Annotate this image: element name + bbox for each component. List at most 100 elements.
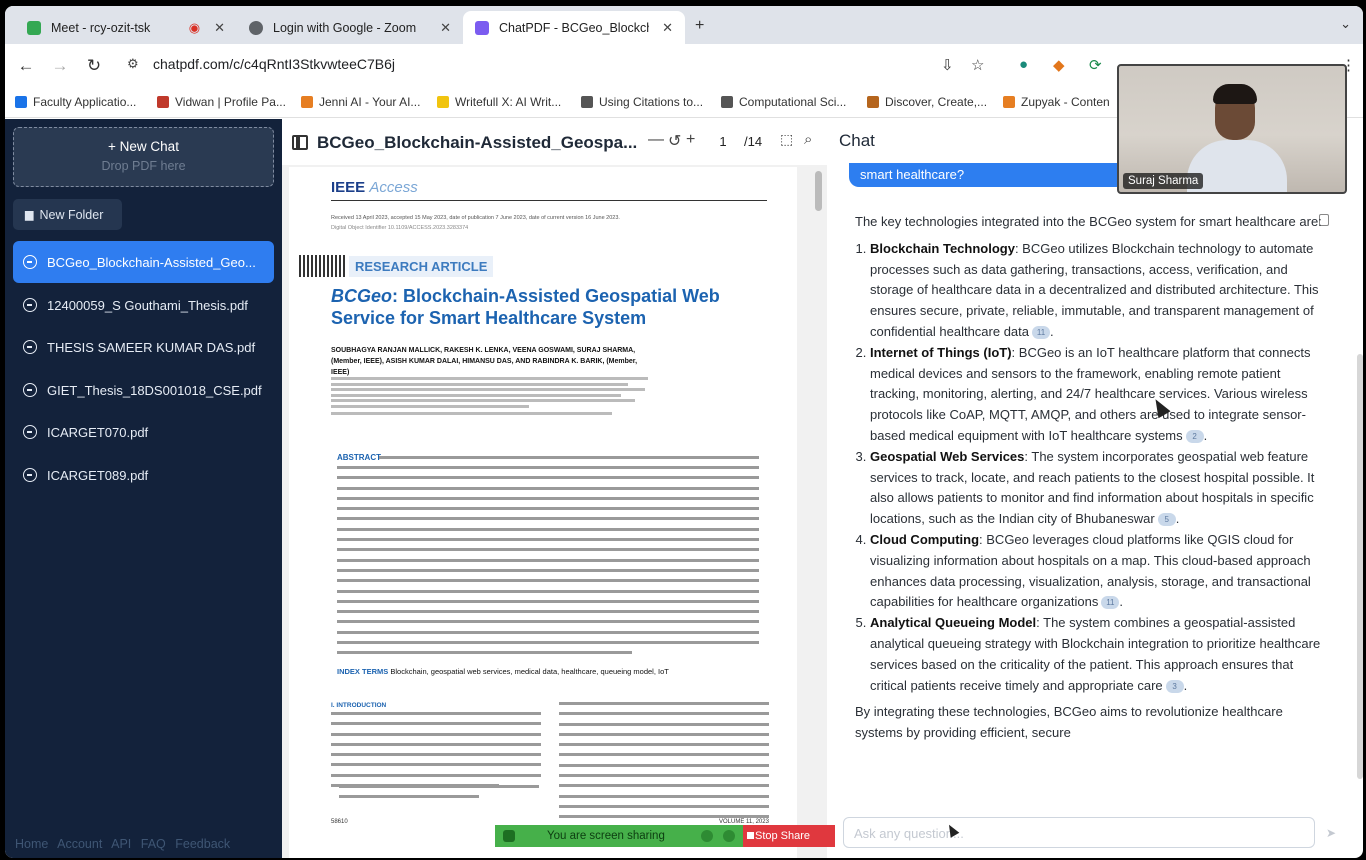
site-info-icon[interactable]: ⚙ bbox=[127, 56, 139, 72]
new-chat-label: + New Chat bbox=[108, 139, 179, 154]
footnote-text bbox=[339, 785, 539, 806]
forward-button[interactable]: → bbox=[43, 56, 77, 76]
list-item: Internet of Things (IoT): BCGeo is an Io… bbox=[870, 343, 1327, 447]
journal-logo: IEEE Access bbox=[331, 179, 418, 196]
reload-button[interactable]: ↻ bbox=[77, 56, 111, 76]
install-app-icon[interactable]: ⇩ bbox=[941, 56, 954, 74]
bookmark-item[interactable]: Writefull X: AI Writ... bbox=[437, 95, 561, 109]
list-item: Geospatial Web Services: The system inco… bbox=[870, 447, 1327, 530]
extension-icon[interactable]: ⟳ bbox=[1089, 56, 1102, 74]
select-tool-icon[interactable]: ⬚ bbox=[780, 131, 793, 148]
new-chat-dropzone[interactable]: + New Chat Drop PDF here bbox=[13, 127, 274, 187]
assistant-answer: The key technologies integrated into the… bbox=[855, 212, 1327, 744]
abstract-text bbox=[337, 466, 759, 662]
new-folder-button[interactable]: ▆ New Folder bbox=[13, 199, 122, 230]
bookmark-favicon-icon bbox=[301, 96, 313, 108]
chat-file-item[interactable]: THESIS SAMEER KUMAR DAS.pdf bbox=[13, 326, 274, 368]
citation-badge[interactable]: 11 bbox=[1032, 326, 1051, 340]
abstract-heading: ABSTRACT bbox=[337, 453, 381, 462]
metamask-icon[interactable]: ◆ bbox=[1053, 56, 1065, 74]
page-number: 58610 bbox=[331, 819, 348, 825]
list-item: Blockchain Technology: BCGeo utilizes Bl… bbox=[870, 239, 1327, 343]
chat-scrollbar[interactable] bbox=[1357, 354, 1363, 779]
tab-meet[interactable]: Meet - rcy-ozit-tsk ◉ ✕ bbox=[15, 11, 237, 44]
bookmark-favicon-icon bbox=[437, 96, 449, 108]
zoom-out-icon[interactable]: — bbox=[648, 131, 664, 149]
pause-icon[interactable] bbox=[701, 830, 713, 842]
chat-file-item[interactable]: ICARGET089.pdf bbox=[13, 454, 274, 496]
participant-hair bbox=[1213, 84, 1257, 104]
tab-search-chevron-icon[interactable]: ⌄ bbox=[1340, 16, 1351, 32]
bookmark-item[interactable]: Discover, Create,... bbox=[867, 95, 987, 109]
received-line: Received 13 April 2023, accepted 15 May … bbox=[331, 215, 620, 221]
send-icon[interactable]: ➤ bbox=[1326, 826, 1336, 840]
footer-link-feedback[interactable]: Feedback bbox=[175, 837, 230, 851]
tab-zoom[interactable]: Login with Google - Zoom ✕ bbox=[237, 11, 463, 44]
drop-pdf-hint: Drop PDF here bbox=[101, 159, 186, 173]
pdf-scrollbar[interactable] bbox=[815, 171, 822, 211]
citation-badge[interactable]: 11 bbox=[1101, 596, 1120, 610]
bookmark-item[interactable]: Computational Sci... bbox=[721, 95, 846, 109]
stop-share-button[interactable]: Stop Share bbox=[743, 825, 835, 847]
footer-link-home[interactable]: Home bbox=[15, 837, 48, 851]
chat-file-item[interactable]: ICARGET070.pdf bbox=[13, 411, 274, 453]
back-button[interactable]: ← bbox=[9, 56, 43, 76]
bookmark-item[interactable]: Faculty Applicatio... bbox=[15, 95, 136, 109]
close-icon[interactable]: ✕ bbox=[440, 20, 451, 36]
chat-input[interactable]: Ask any question... bbox=[843, 817, 1315, 848]
tab-label: Login with Google - Zoom bbox=[273, 20, 417, 35]
user-question-bubble: smart healthcare? bbox=[849, 163, 1149, 187]
index-terms: INDEX TERMS Blockchain, geospatial web s… bbox=[337, 667, 669, 676]
video-overlay[interactable]: Suraj Sharma bbox=[1117, 64, 1347, 194]
search-icon[interactable]: ⌕ bbox=[804, 131, 812, 148]
citation-badge[interactable]: 3 bbox=[1165, 679, 1184, 693]
page-number-input[interactable]: 1 bbox=[706, 129, 740, 155]
authors: SOUBHAGYA RANJAN MALLICK, RAKESH K. LENK… bbox=[331, 347, 638, 376]
rotate-icon[interactable]: ↺ bbox=[668, 131, 681, 151]
zoom-in-icon[interactable]: + bbox=[686, 131, 695, 149]
tab-chatpdf[interactable]: ChatPDF - BCGeo_Blockchai ✕ bbox=[463, 11, 685, 44]
pdf-viewer[interactable]: IEEE Access Received 13 April 2023, acce… bbox=[282, 165, 827, 858]
share-status: You are screen sharing bbox=[547, 830, 665, 842]
tab-label: ChatPDF - BCGeo_Blockchai bbox=[499, 20, 649, 35]
participant-name: Suraj Sharma bbox=[1123, 173, 1204, 189]
chat-file-item[interactable]: 12400059_S Gouthami_Thesis.pdf bbox=[13, 284, 274, 326]
footer-link-account[interactable]: Account bbox=[57, 837, 102, 851]
footer-link-faq[interactable]: FAQ bbox=[141, 837, 166, 851]
bookmark-star-icon[interactable]: ☆ bbox=[971, 56, 984, 74]
close-icon[interactable]: ✕ bbox=[214, 20, 225, 36]
meet-icon bbox=[27, 20, 41, 35]
bookmark-favicon-icon bbox=[157, 96, 169, 108]
citation-badge[interactable]: 5 bbox=[1157, 513, 1176, 527]
chat-bubble-icon bbox=[23, 255, 37, 269]
shield-icon bbox=[723, 830, 735, 842]
intro-heading: I. INTRODUCTION bbox=[331, 702, 387, 709]
chat-file-item[interactable]: BCGeo_Blockchain-Assisted_Geo... bbox=[13, 241, 274, 283]
sidebar-footer-links: Home Account API FAQ Feedback bbox=[15, 837, 236, 851]
bookmark-item[interactable]: Zupyak - Conten bbox=[1003, 95, 1110, 109]
paper-title: BCGeo: Blockchain-Assisted Geospatial We… bbox=[331, 286, 720, 328]
abstract-text bbox=[379, 456, 759, 466]
answer-outro: By integrating these technologies, BCGeo… bbox=[855, 704, 1283, 741]
bookmark-item[interactable]: Vidwan | Profile Pa... bbox=[157, 95, 286, 109]
extension-icon[interactable]: ● bbox=[1019, 56, 1028, 73]
url-field[interactable]: chatpdf.com/c/c4qRntI3StkvwteeC7B6j bbox=[153, 56, 395, 72]
barcode-icon bbox=[299, 255, 345, 277]
pdf-toolbar: BCGeo_Blockchain-Assisted_Geospa... — ↺ … bbox=[282, 119, 827, 165]
intro-text bbox=[559, 702, 769, 826]
intro-text bbox=[331, 712, 541, 794]
bookmark-favicon-icon bbox=[721, 96, 733, 108]
chat-file-item[interactable]: GIET_Thesis_18DS001018_CSE.pdf bbox=[13, 369, 274, 411]
chat-bubble-icon bbox=[23, 468, 37, 482]
bookmark-item[interactable]: Using Citations to... bbox=[581, 95, 703, 109]
close-icon[interactable]: ✕ bbox=[662, 20, 673, 36]
chat-bubble-icon bbox=[23, 340, 37, 354]
sidebar-toggle-icon[interactable] bbox=[292, 135, 308, 150]
new-tab-button[interactable]: + bbox=[695, 17, 704, 35]
tab-label: Meet - rcy-ozit-tsk bbox=[51, 20, 151, 35]
citation-badge[interactable]: 2 bbox=[1185, 430, 1204, 444]
footer-link-api[interactable]: API bbox=[111, 837, 131, 851]
recording-icon: ◉ bbox=[188, 19, 201, 35]
share-icon bbox=[503, 830, 515, 842]
bookmark-item[interactable]: Jenni AI - Your AI... bbox=[301, 95, 420, 109]
